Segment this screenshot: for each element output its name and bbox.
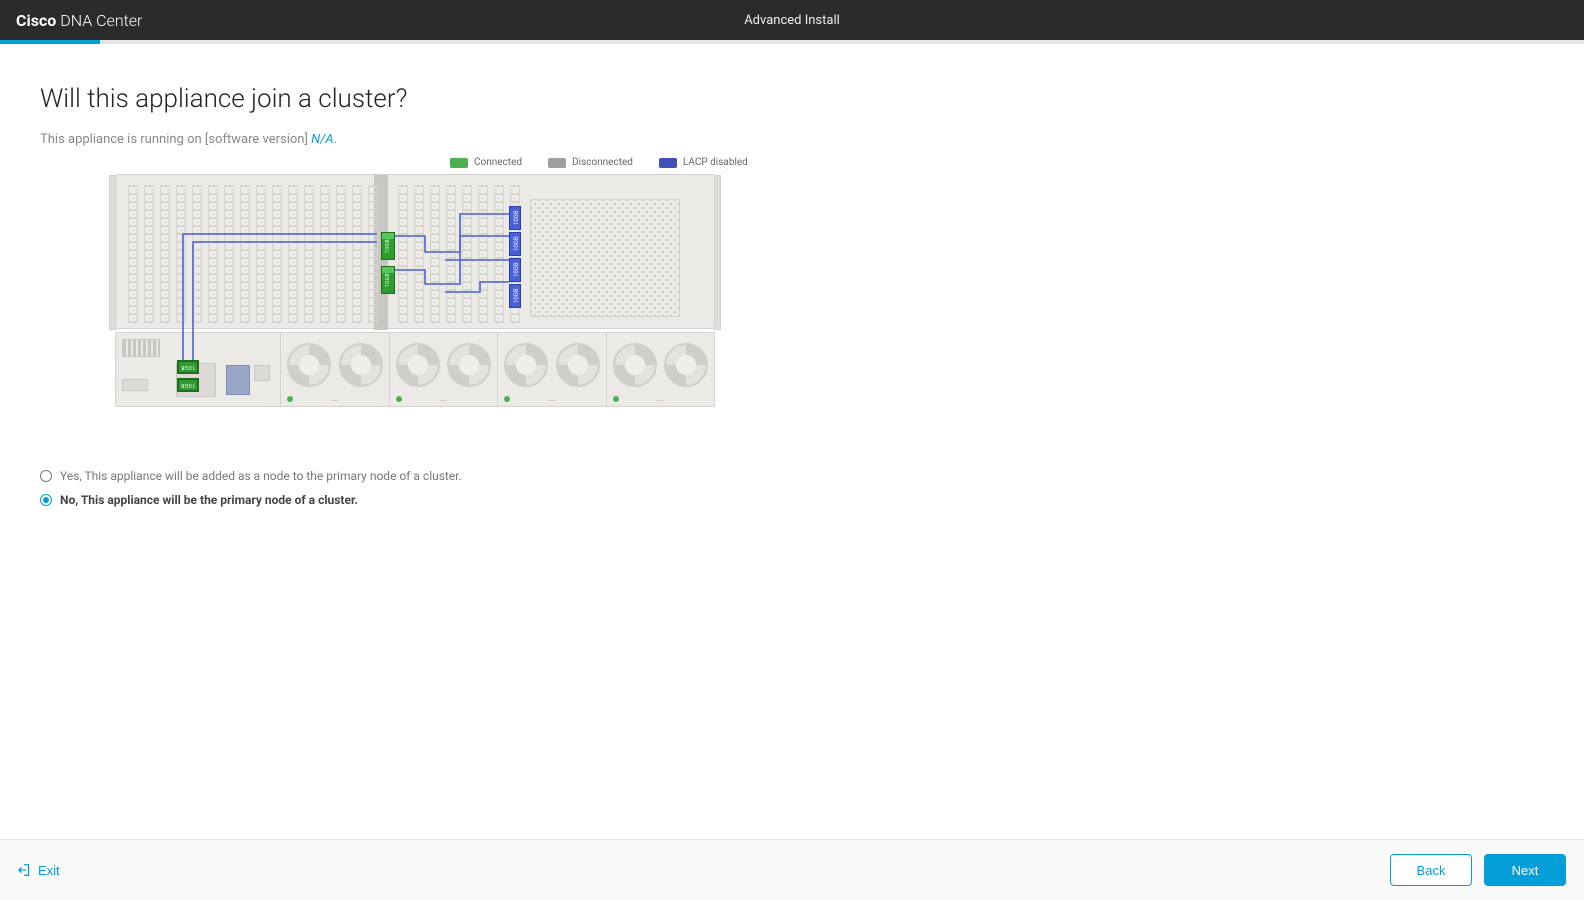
radio-option-no[interactable]: No, This appliance will be the primary n… [40,493,1544,507]
exit-icon [18,863,32,877]
slot-strip [144,185,154,323]
slot-strip [446,185,456,323]
port-legend: Connected Disconnected LACP disabled [450,157,1544,168]
version-link[interactable]: N/A [311,132,333,147]
chassis-top [115,174,715,329]
slot-strip [208,185,218,323]
subtitle-suffix: . [334,132,337,147]
mesh-vent [530,199,680,317]
port-10g-card1-bot: 10GB [381,266,395,294]
chassis-ear-left [109,175,116,330]
swatch-lacp [659,158,677,168]
slot-strip [304,185,314,323]
radio-dot-yes [40,470,52,482]
slot-strip [288,185,298,323]
psu-4: ---- [606,333,715,406]
psu-1: ---- [281,333,389,406]
exit-button[interactable]: Exit [18,863,60,878]
subtitle: This appliance is running on [software v… [40,132,1544,147]
slot-strip [240,185,250,323]
legend-lacp: LACP disabled [659,157,748,168]
port-lacp-2: 10GB [509,232,521,256]
slot-strip [352,185,362,323]
wizard-progress [0,40,1584,44]
legend-disconnected-label: Disconnected [572,157,633,168]
chassis-ear-right [714,175,721,330]
port-lacp-1: 10GB [509,206,521,230]
psu-row: ---- ---- ---- ---- [281,333,714,406]
slot-strip [176,185,186,323]
app-header: Cisco DNA Center Advanced Install [0,0,1584,40]
exit-label: Exit [38,863,60,878]
legend-connected: Connected [450,157,522,168]
brand-cisco: Cisco [16,11,56,30]
brand: Cisco DNA Center [0,11,142,30]
next-button[interactable]: Next [1484,854,1566,886]
port-lacp-3: 10GB [509,258,521,282]
appliance-diagram: /* generated later after data binding */… [115,174,715,414]
slot-strip [256,185,266,323]
slot-strip [128,185,138,323]
back-button[interactable]: Back [1390,854,1472,886]
legend-connected-label: Connected [474,157,522,168]
slot-strip [336,185,346,323]
slot-strip [320,185,330,323]
main: Will this appliance join a cluster? This… [0,44,1584,839]
swatch-connected [450,158,468,168]
header-title: Advanced Install [744,13,840,28]
port-lacp-4: 10GB [509,284,521,308]
slot-strip [462,185,472,323]
port-10g-nic-bot: 10GB [177,378,199,392]
chassis-bottom: ---- ---- ---- ---- [115,332,715,407]
cluster-options: Yes, This appliance will be added as a n… [40,469,1544,507]
radio-label-no: No, This appliance will be the primary n… [60,493,358,507]
legend-lacp-label: LACP disabled [683,157,748,168]
brand-dna: DNA Center [60,11,142,30]
vga-port [122,379,148,391]
slot-strip [494,185,504,323]
port-10g-nic-top: 10GB [177,360,199,374]
page-title: Will this appliance join a cluster? [40,84,1544,114]
slot-strip [430,185,440,323]
slot-strip [478,185,488,323]
radio-dot-no [40,494,52,506]
psu-3: ---- [497,333,606,406]
slot-strip [368,185,378,323]
slot-strip [224,185,234,323]
slot-strip [272,185,282,323]
mgmt-ports [122,339,160,357]
psu-2: ---- [389,333,498,406]
swatch-disconnected [548,158,566,168]
slot-strip [160,185,170,323]
footer-right: Back Next [1390,854,1566,886]
radio-option-yes[interactable]: Yes, This appliance will be added as a n… [40,469,1544,483]
slot-strip [398,185,408,323]
wizard-footer: Exit Back Next [0,839,1584,900]
aux-block [254,365,270,381]
port-10g-card1-top: 10GB [381,232,395,260]
radio-label-yes: Yes, This appliance will be added as a n… [60,469,462,483]
slot-strip [192,185,202,323]
slot-strip [414,185,424,323]
usb-block [226,365,250,395]
wizard-progress-fill [0,40,100,44]
legend-disconnected: Disconnected [548,157,633,168]
subtitle-prefix: This appliance is running on [software v… [40,132,311,147]
